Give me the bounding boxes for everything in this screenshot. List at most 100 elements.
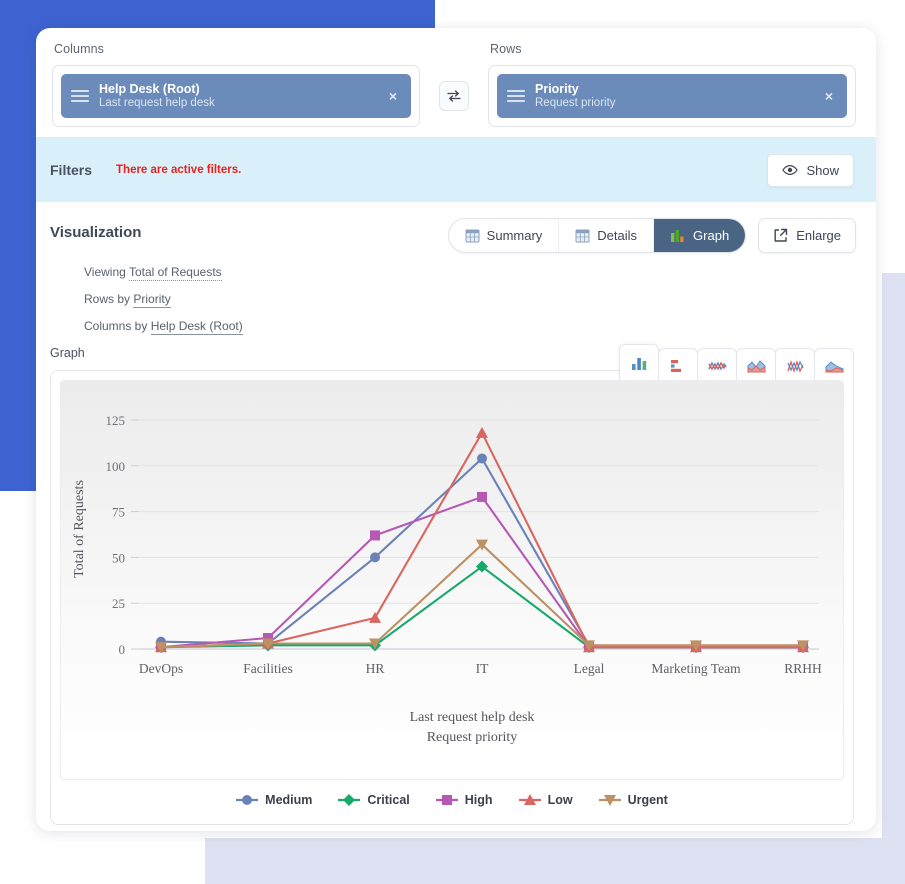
rows-chip-remove-icon[interactable]: × [821, 89, 837, 103]
chart-type-horizontal-bar[interactable] [658, 348, 698, 382]
meta-rows-by: Rows by Priority [84, 292, 856, 306]
visualization-header: Visualization Summary D [50, 218, 856, 253]
chart-type-area[interactable] [736, 348, 776, 382]
series-line-medium[interactable] [161, 458, 803, 647]
decorative-lavender-right [882, 273, 905, 884]
data-point[interactable] [477, 453, 487, 463]
x-axis-tick-label: Legal [574, 661, 605, 676]
tab-details[interactable]: Details [559, 219, 654, 252]
chart-type-stacked-area[interactable] [814, 348, 854, 382]
rows-dropzone[interactable]: Priority Request priority × [488, 65, 856, 127]
tab-graph-label: Graph [693, 228, 729, 243]
tab-summary-label: Summary [487, 228, 543, 243]
chart-type-scatter-line[interactable] [775, 348, 815, 382]
legend-marker-icon [338, 793, 360, 807]
filters-bar: Filters There are active filters. Show [36, 137, 876, 202]
legend-item-critical[interactable]: Critical [338, 793, 409, 807]
line-chart-icon [708, 359, 727, 373]
chart-type-vertical-bar[interactable] [619, 344, 659, 382]
enlarge-button[interactable]: Enlarge [758, 218, 856, 253]
visualization-title: Visualization [50, 218, 448, 241]
meta-viewing-prefix: Viewing [84, 265, 129, 279]
filters-show-label: Show [806, 163, 839, 178]
meta-columns-value[interactable]: Help Desk (Root) [151, 319, 243, 335]
drag-handle-icon[interactable] [71, 87, 89, 105]
y-axis-tick-label: 125 [106, 413, 126, 428]
legend-label: Low [548, 793, 573, 807]
swap-panel [420, 42, 488, 127]
view-mode-tabs: Summary Details Graph [448, 218, 747, 253]
columns-panel: Columns Help Desk (Root) Last request he… [52, 42, 420, 127]
legend-marker-icon [236, 793, 258, 807]
filters-show-button[interactable]: Show [767, 154, 854, 187]
bar-chart-icon [670, 229, 686, 243]
tab-graph[interactable]: Graph [654, 219, 745, 252]
columns-dropzone[interactable]: Help Desk (Root) Last request help desk … [52, 65, 420, 127]
swap-axes-button[interactable] [439, 81, 469, 111]
legend-marker-icon [599, 793, 621, 807]
visualization-section: Visualization Summary D [36, 202, 876, 333]
x-axis-tick-label: Marketing Team [651, 661, 741, 676]
data-point[interactable] [476, 427, 488, 438]
columns-chip-remove-icon[interactable]: × [385, 89, 401, 103]
eye-icon [782, 164, 798, 176]
legend-label: Urgent [628, 793, 668, 807]
table-icon [575, 229, 590, 243]
chart-type-tabs [620, 344, 854, 382]
enlarge-label: Enlarge [796, 228, 841, 243]
legend-item-urgent[interactable]: Urgent [599, 793, 668, 807]
data-point[interactable] [369, 612, 381, 623]
x-axis-tick-label: RRHH [784, 661, 822, 676]
legend-label: Critical [367, 793, 409, 807]
data-point[interactable] [370, 552, 380, 562]
columns-label: Columns [54, 42, 420, 56]
area-chart-icon [747, 359, 766, 373]
graph-area: 0255075100125Total of RequestsDevOpsFaci… [36, 370, 876, 825]
rows-panel: Rows Priority Request priority × [488, 42, 856, 127]
tab-summary[interactable]: Summary [449, 219, 560, 252]
table-icon [465, 229, 480, 243]
pivot-config-row: Columns Help Desk (Root) Last request he… [36, 28, 876, 137]
line-chart-svg[interactable]: 0255075100125Total of RequestsDevOpsFaci… [61, 381, 839, 779]
filters-title: Filters [50, 162, 92, 178]
x-axis-tick-label: DevOps [139, 661, 183, 676]
meta-viewing: Viewing Total of Requests [84, 265, 856, 279]
legend-label: High [465, 793, 493, 807]
columns-chip-title: Help Desk (Root) [99, 82, 385, 97]
columns-chip-subtitle: Last request help desk [99, 97, 385, 111]
rows-label: Rows [490, 42, 856, 56]
drag-handle-icon[interactable] [507, 87, 525, 105]
y-axis-tick-label: 0 [119, 642, 126, 657]
y-axis-tick-label: 75 [112, 505, 125, 520]
legend-marker-icon [519, 793, 541, 807]
meta-rows-value[interactable]: Priority [133, 292, 170, 308]
vertical-bar-chart-icon [631, 357, 648, 371]
rows-chip-title: Priority [535, 82, 821, 97]
y-axis-tick-label: 100 [106, 459, 126, 474]
series-line-critical[interactable] [161, 567, 803, 648]
chart-type-line[interactable] [697, 348, 737, 382]
meta-viewing-value[interactable]: Total of Requests [129, 265, 222, 281]
y-axis-title: Total of Requests [72, 480, 87, 578]
series-line-urgent[interactable] [161, 545, 803, 648]
rows-chip-subtitle: Request priority [535, 97, 821, 111]
data-point[interactable] [477, 492, 487, 502]
columns-chip-text: Help Desk (Root) Last request help desk [99, 82, 385, 110]
decorative-lavender-bottom [205, 838, 905, 884]
rows-field-chip[interactable]: Priority Request priority × [497, 74, 847, 118]
columns-field-chip[interactable]: Help Desk (Root) Last request help desk … [61, 74, 411, 118]
chart-plot-container: 0255075100125Total of RequestsDevOpsFaci… [60, 380, 844, 780]
chart-legend: Medium Critical High Low Urgent [60, 780, 844, 815]
report-card: Columns Help Desk (Root) Last request he… [36, 28, 876, 831]
meta-rows-prefix: Rows by [84, 292, 133, 306]
legend-item-low[interactable]: Low [519, 793, 573, 807]
x-axis-title: Last request help desk [410, 710, 535, 725]
x-axis-tick-label: IT [476, 661, 489, 676]
legend-item-medium[interactable]: Medium [236, 793, 312, 807]
data-point[interactable] [370, 530, 380, 540]
horizontal-bar-chart-icon [670, 359, 687, 373]
x-axis-title: Request priority [427, 730, 518, 745]
swap-arrows-icon [446, 88, 462, 104]
legend-item-high[interactable]: High [436, 793, 493, 807]
stacked-area-chart-icon [825, 359, 844, 373]
